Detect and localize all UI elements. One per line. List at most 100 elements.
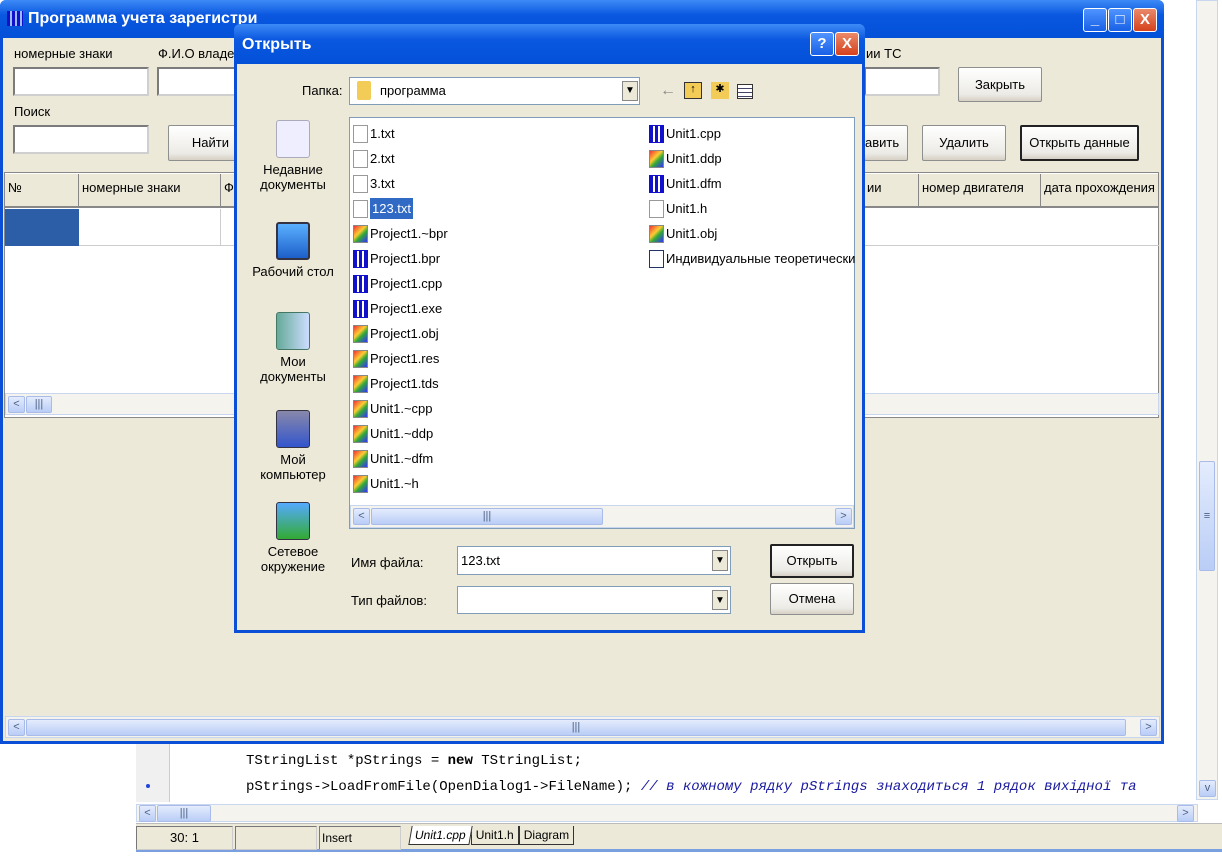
cursor-position: 30: 1: [136, 826, 233, 850]
status-bar: 30: 1 Insert Unit1.cpp Unit1.h Diagram: [136, 823, 1222, 852]
file-item[interactable]: Unit1.~dfm: [353, 446, 448, 471]
editor-vertical-scrollbar[interactable]: ≡ v: [1196, 0, 1218, 800]
exe-file-icon: [353, 374, 368, 393]
scroll-thumb[interactable]: ≡: [1199, 461, 1215, 571]
cancel-button[interactable]: Отмена: [770, 583, 854, 615]
scroll-thumb[interactable]: |||: [157, 805, 211, 822]
scroll-thumb[interactable]: |||: [371, 508, 603, 525]
tab-diagram[interactable]: Diagram: [518, 826, 575, 845]
file-item[interactable]: Project1.tds: [353, 371, 448, 396]
new-folder-icon[interactable]: ✱: [711, 82, 729, 99]
back-icon[interactable]: ←: [660, 82, 676, 100]
main-window-title: Программа учета зарегистри: [28, 10, 258, 27]
scroll-right-icon[interactable]: >: [1140, 719, 1157, 736]
scroll-thumb[interactable]: |||: [26, 396, 52, 413]
grid-header-engine[interactable]: номер двигателя: [919, 174, 1041, 208]
file-item[interactable]: 1.txt: [353, 121, 448, 146]
grid-header-vehicle[interactable]: ии: [864, 174, 919, 208]
search-input[interactable]: [13, 125, 149, 154]
file-item[interactable]: Unit1.dfm: [649, 171, 855, 196]
chevron-down-icon[interactable]: ▼: [712, 550, 728, 571]
exe-file-icon: [353, 424, 368, 443]
minimize-button[interactable]: _: [1083, 8, 1107, 32]
file-name: Project1.obj: [370, 326, 439, 341]
open-data-button[interactable]: Открыть данные: [1020, 125, 1139, 161]
file-item[interactable]: Unit1.cpp: [649, 121, 855, 146]
place-recent[interactable]: Недавние документы: [248, 120, 338, 192]
vehicle-label: ии ТС: [866, 46, 902, 61]
file-item[interactable]: Unit1.~cpp: [353, 396, 448, 421]
file-item[interactable]: Unit1.~h: [353, 471, 448, 496]
maximize-button[interactable]: □: [1108, 8, 1132, 32]
filename-label: Имя файла:: [351, 555, 424, 570]
exe-file-icon: [353, 349, 368, 368]
find-button[interactable]: Найти: [168, 125, 238, 161]
help-button[interactable]: ?: [810, 32, 834, 56]
close-form-button[interactable]: Закрыть: [958, 67, 1042, 102]
file-item[interactable]: 123.txt: [353, 196, 448, 221]
close-button[interactable]: X: [1133, 8, 1157, 32]
place-my-computer[interactable]: Мой компьютер: [248, 410, 338, 482]
add-button[interactable]: авить: [864, 125, 908, 161]
delete-button[interactable]: Удалить: [922, 125, 1006, 161]
file-name: Unit1.~cpp: [370, 401, 433, 416]
code-editor[interactable]: TStringList *pStrings = new TStringList;…: [136, 744, 1196, 802]
scroll-right-icon[interactable]: >: [1177, 805, 1194, 822]
scroll-left-icon[interactable]: <: [353, 508, 370, 525]
place-my-documents[interactable]: Мои документы: [248, 312, 338, 384]
up-folder-icon[interactable]: ↑: [684, 82, 702, 99]
file-item[interactable]: Project1.res: [353, 346, 448, 371]
scroll-right-icon[interactable]: >: [835, 508, 852, 525]
scroll-thumb[interactable]: |||: [26, 719, 1126, 736]
tab-unit1-cpp[interactable]: Unit1.cpp: [408, 826, 473, 845]
filename-input[interactable]: 123.txt ▼: [457, 546, 731, 575]
code-line-2: pStrings->LoadFromFile(OpenDialog1->File…: [246, 779, 641, 795]
filetype-select[interactable]: ▼: [457, 586, 731, 614]
grid-header-owner[interactable]: Ф: [221, 174, 235, 208]
scroll-down-icon[interactable]: v: [1199, 780, 1216, 797]
chevron-down-icon[interactable]: ▼: [622, 81, 638, 101]
folder-label: Папка:: [302, 83, 343, 98]
file-item[interactable]: Project1.~bpr: [353, 221, 448, 246]
plates-input[interactable]: [13, 67, 149, 96]
open-button[interactable]: Открыть: [770, 544, 854, 578]
file-name: Unit1.dfm: [666, 176, 722, 191]
folder-select[interactable]: программа ▼: [349, 77, 640, 105]
file-item[interactable]: Unit1.ddp: [649, 146, 855, 171]
file-item[interactable]: Unit1.~ddp: [353, 421, 448, 446]
file-item[interactable]: Unit1.obj: [649, 221, 855, 246]
code-comment: // в кожному рядку pStrings знаходиться …: [640, 779, 1137, 795]
chevron-down-icon[interactable]: ▼: [712, 590, 728, 610]
tab-unit1-h[interactable]: Unit1.h: [470, 826, 519, 845]
bpr-file-icon: [353, 299, 368, 318]
dialog-close-button[interactable]: X: [835, 32, 859, 56]
file-item[interactable]: Project1.cpp: [353, 271, 448, 296]
scroll-left-icon[interactable]: <: [8, 396, 25, 413]
grid-header-number[interactable]: №: [5, 174, 79, 208]
grid-selected-cell[interactable]: [5, 209, 79, 246]
form-horizontal-scrollbar[interactable]: < ||| >: [5, 716, 1160, 738]
code-line-1b: TStringList;: [472, 753, 583, 769]
scroll-left-icon[interactable]: <: [139, 805, 156, 822]
grid-header-plates[interactable]: номерные знаки: [79, 174, 221, 208]
editor-horizontal-scrollbar[interactable]: < ||| >: [136, 804, 1198, 822]
file-list-scrollbar[interactable]: < ||| >: [350, 505, 854, 528]
view-menu-icon[interactable]: [737, 84, 753, 99]
file-item[interactable]: 2.txt: [353, 146, 448, 171]
bpr-file-icon: [353, 249, 368, 268]
vehicle-input[interactable]: [864, 67, 940, 96]
place-desktop[interactable]: Рабочий стол: [248, 222, 338, 279]
file-item[interactable]: Project1.obj: [353, 321, 448, 346]
owner-input[interactable]: [157, 67, 237, 96]
file-item[interactable]: Индивидуальные теоретически: [649, 246, 855, 271]
file-item[interactable]: Unit1.h: [649, 196, 855, 221]
place-network[interactable]: Сетевое окружение: [248, 502, 338, 574]
file-item[interactable]: Project1.exe: [353, 296, 448, 321]
scroll-left-icon[interactable]: <: [8, 719, 25, 736]
file-list[interactable]: 1.txt 2.txt 3.txt 123.txt Project1.~bpr Proje…: [349, 117, 855, 529]
file-item[interactable]: Project1.bpr: [353, 246, 448, 271]
grid-header-inspection-date[interactable]: дата прохождения Т: [1041, 174, 1159, 208]
file-name: Unit1.cpp: [666, 126, 721, 141]
file-item[interactable]: 3.txt: [353, 171, 448, 196]
exe-file-icon: [353, 399, 368, 418]
